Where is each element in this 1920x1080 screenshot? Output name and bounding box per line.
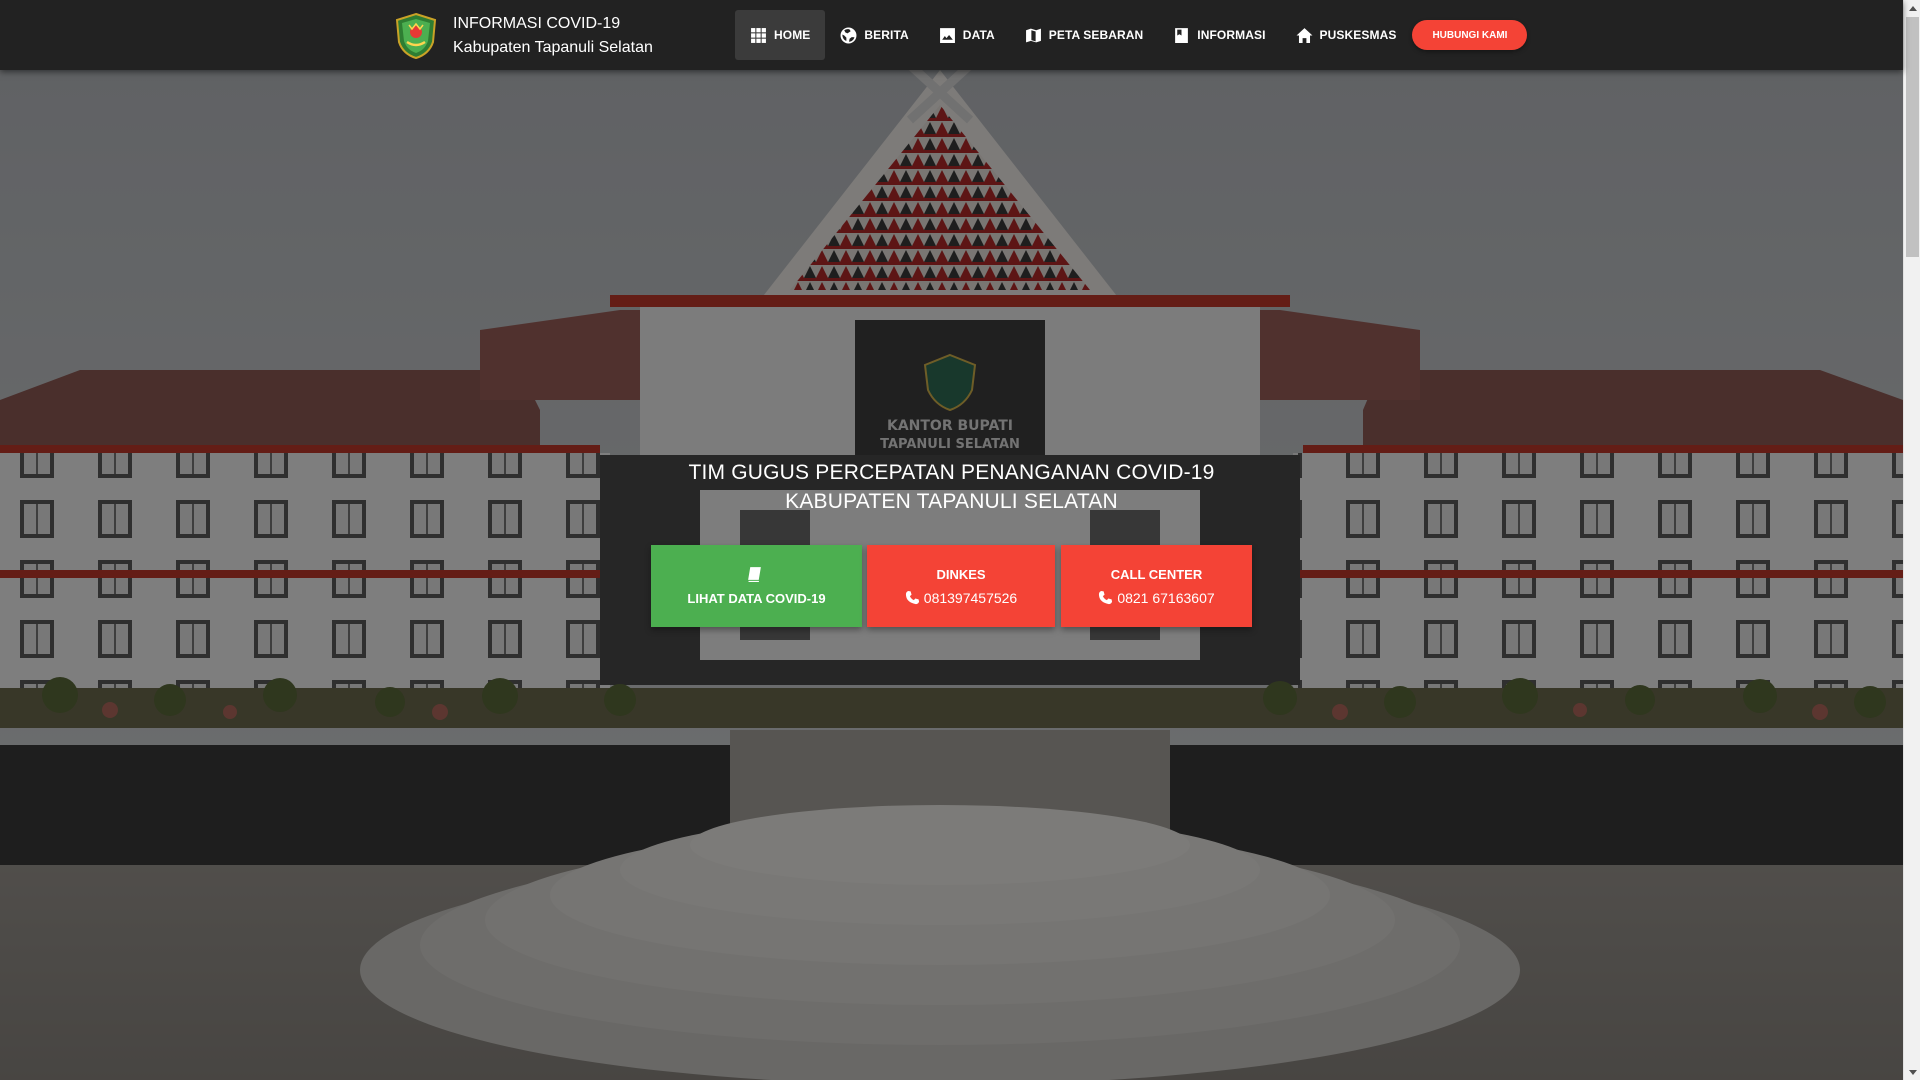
book-icon	[746, 566, 767, 583]
nav-item-label: DATA	[962, 28, 995, 42]
hero-section: KANTOR BUPATI TAPANULI SELATAN TIM GUGUS…	[0, 70, 1903, 1080]
dinkes-label: DINKES	[936, 566, 986, 582]
nav-item-label: BERITA	[864, 28, 909, 42]
globe-icon	[840, 27, 857, 44]
grid-icon	[750, 27, 767, 44]
dinkes-button[interactable]: DINKES 081397457526	[867, 545, 1055, 627]
hero-title: TIM GUGUS PERCEPATAN PENANGANAN COVID-19…	[0, 458, 1903, 516]
dinkes-phone: 081397457526	[923, 589, 1018, 606]
hero-title-line1: TIM GUGUS PERCEPATAN PENANGANAN COVID-19	[688, 461, 1215, 484]
view-covid-data-label: LIHAT DATA COVID-19	[687, 591, 826, 606]
contact-us-button[interactable]: HUBUNGI KAMI	[1412, 20, 1528, 50]
brand-link[interactable]: INFORMASI COVID-19 Kabupaten Tapanuli Se…	[393, 12, 653, 60]
map-icon	[1025, 27, 1042, 44]
book-icon	[1173, 27, 1190, 44]
main-nav: HOME BERITA DATA PETA SEBARAN INFORMASI	[735, 10, 1528, 60]
phone-icon	[905, 590, 919, 605]
hero-title-line2: KABUPATEN TAPANULI SELATAN	[785, 490, 1118, 513]
call-center-label: CALL CENTER	[1110, 566, 1203, 582]
scroll-down-arrow-icon[interactable]	[1904, 1063, 1920, 1080]
nav-item-label: PUSKESMAS	[1319, 28, 1397, 42]
regency-shield-emblem-icon	[393, 12, 439, 60]
phone-icon	[1099, 590, 1113, 605]
nav-item-data[interactable]: DATA	[924, 10, 1010, 60]
scroll-up-arrow-icon[interactable]	[1904, 0, 1920, 17]
nav-item-label: PETA SEBARAN	[1048, 28, 1144, 42]
page-scrollbar[interactable]	[1903, 0, 1920, 1080]
nav-item-informasi[interactable]: INFORMASI	[1158, 10, 1280, 60]
call-center-button[interactable]: CALL CENTER 0821 67163607	[1061, 545, 1252, 627]
image-icon	[939, 27, 956, 44]
view-covid-data-button[interactable]: LIHAT DATA COVID-19	[651, 545, 862, 627]
nav-item-puskesmas[interactable]: PUSKESMAS	[1281, 10, 1412, 60]
top-navbar: INFORMASI COVID-19 Kabupaten Tapanuli Se…	[0, 0, 1903, 70]
nav-item-berita[interactable]: BERITA	[825, 10, 923, 60]
home-icon	[1296, 27, 1313, 44]
call-center-phone: 0821 67163607	[1117, 589, 1215, 606]
brand-subtitle: Kabupaten Tapanuli Selatan	[453, 39, 653, 56]
scroll-thumb[interactable]	[1906, 17, 1919, 257]
nav-item-label: HOME	[774, 28, 811, 42]
nav-item-home[interactable]: HOME	[735, 10, 826, 60]
nav-item-peta-sebaran[interactable]: PETA SEBARAN	[1010, 10, 1159, 60]
brand-title: INFORMASI COVID-19	[453, 15, 621, 32]
nav-item-label: INFORMASI	[1197, 28, 1266, 42]
